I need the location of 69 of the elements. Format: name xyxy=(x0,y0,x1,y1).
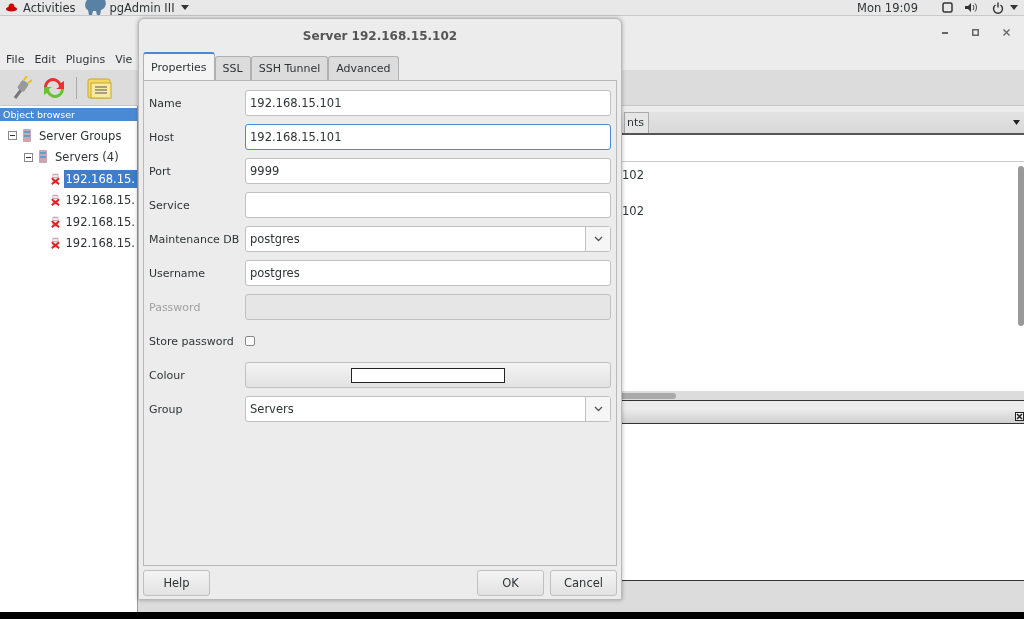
app-menu[interactable]: pgAdmin III xyxy=(109,0,175,15)
tree-item[interactable]: 192.168.15. xyxy=(63,191,137,210)
field-label: Service xyxy=(149,198,191,212)
tab[interactable]: nts xyxy=(624,112,649,133)
collapse-icon[interactable] xyxy=(24,152,33,162)
tree-item[interactable]: 192.168.15. xyxy=(63,212,137,231)
dialog-button[interactable]: Help xyxy=(143,569,210,596)
window-icon[interactable] xyxy=(942,2,953,13)
scrollbar-thumb[interactable] xyxy=(620,393,676,399)
tab[interactable]: Advanced xyxy=(328,56,399,80)
activities-button[interactable]: Activities xyxy=(23,0,76,15)
dialog-title: Server 192.168.15.102 xyxy=(302,28,458,43)
text-field[interactable]: 9999 xyxy=(245,158,611,184)
dialog-button[interactable]: Cancel xyxy=(550,569,617,596)
tree-item[interactable]: 192.168.15. xyxy=(63,169,137,188)
field-label: Group xyxy=(149,402,184,416)
collapse-icon[interactable] xyxy=(8,131,17,141)
field-label: Password xyxy=(149,300,202,314)
combo-field[interactable]: Servers xyxy=(245,396,611,422)
list-text: 102 xyxy=(622,168,645,182)
chevron-down-icon xyxy=(593,236,603,242)
tree-item[interactable]: Server Groups xyxy=(37,126,124,145)
logo-icon xyxy=(85,0,108,15)
text-field[interactable] xyxy=(245,192,611,218)
volume-icon[interactable] xyxy=(965,2,978,13)
menu-item[interactable]: Vie xyxy=(115,52,133,66)
field-label: Colour xyxy=(149,368,186,382)
field-label: Host xyxy=(149,130,176,144)
maximize-icon[interactable] xyxy=(972,28,979,36)
menu-item[interactable]: File xyxy=(6,52,25,66)
server-error-icon xyxy=(50,193,60,208)
tab[interactable]: Properties xyxy=(143,52,215,80)
server-error-icon xyxy=(50,214,60,229)
server-icon xyxy=(37,150,49,165)
power-icon[interactable] xyxy=(992,1,1004,14)
tab[interactable]: SSL xyxy=(214,56,251,80)
list-text: 102 xyxy=(622,204,645,218)
field-label: Name xyxy=(149,96,183,110)
colour-button[interactable] xyxy=(245,362,611,388)
refresh-icon[interactable] xyxy=(42,76,66,99)
combo-field[interactable]: postgres xyxy=(245,226,611,252)
text-field[interactable]: postgres xyxy=(245,260,611,286)
server-icon xyxy=(21,128,33,143)
tree-item[interactable]: 192.168.15. xyxy=(63,234,137,253)
dialog-button[interactable]: OK xyxy=(477,569,544,596)
clock: Mon 19:09 xyxy=(856,0,918,15)
dropdown-icon[interactable] xyxy=(1013,120,1020,125)
chevron-down-icon xyxy=(593,406,603,412)
tab[interactable]: SSH Tunnel xyxy=(250,56,329,80)
menu-item[interactable]: Edit xyxy=(34,52,56,66)
text-field[interactable]: 192.168.15.101 xyxy=(245,124,611,150)
hat-icon[interactable] xyxy=(6,3,17,12)
plug-icon[interactable] xyxy=(12,75,32,100)
field-label: Maintenance DB xyxy=(149,232,241,246)
field-label: Port xyxy=(149,164,172,178)
close-icon[interactable] xyxy=(1015,411,1024,421)
tree-item[interactable]: Servers (4) xyxy=(53,148,121,167)
checkbox[interactable] xyxy=(245,336,255,346)
menu-caret-icon xyxy=(1010,5,1018,10)
panel-title: Object browser xyxy=(0,108,137,121)
minimize-icon[interactable] xyxy=(942,30,948,34)
scrollbar-thumb[interactable] xyxy=(1018,166,1024,326)
field-label: Username xyxy=(149,266,207,280)
menu-item[interactable]: Plugins xyxy=(65,52,106,66)
caret-icon xyxy=(180,5,189,10)
field-label: Store password xyxy=(149,334,235,348)
text-field[interactable]: 192.168.15.101 xyxy=(245,90,611,116)
server-error-icon xyxy=(50,171,60,186)
server-error-icon xyxy=(50,236,60,251)
